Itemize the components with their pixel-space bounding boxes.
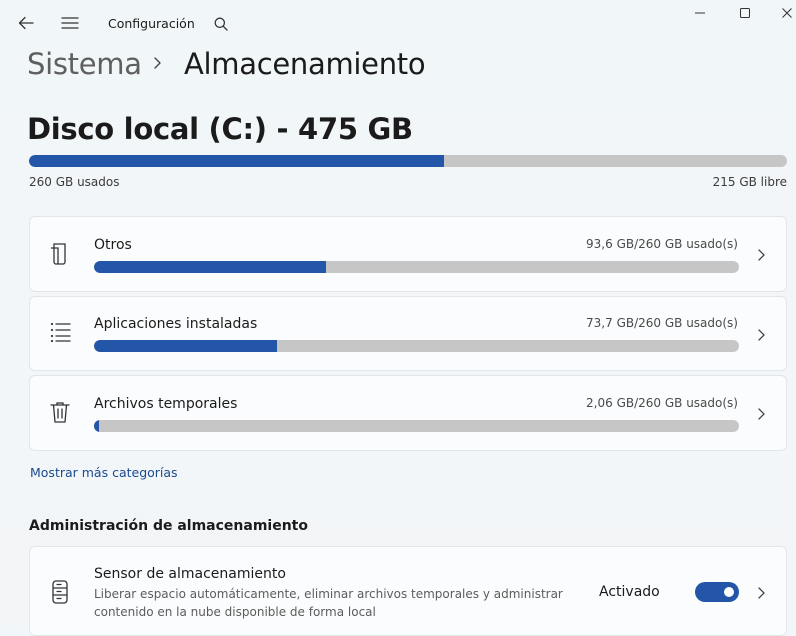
disk-usage-bar [29, 155, 787, 167]
hamburger-icon [61, 17, 79, 29]
document-icon [48, 241, 72, 271]
back-arrow-icon [18, 16, 34, 30]
drive-icon [48, 579, 72, 609]
category-card-otros[interactable]: Otros 93,6 GB/260 GB usado(s) [29, 216, 787, 292]
close-icon [782, 8, 792, 18]
category-usage-fill [94, 261, 327, 273]
category-label: Otros [94, 237, 132, 253]
category-card-temporales[interactable]: Archivos temporales 2,06 GB/260 GB usado… [29, 375, 787, 451]
chevron-right-icon [756, 247, 766, 266]
category-usage: 73,7 GB/260 GB usado(s) [586, 316, 738, 330]
minimize-button[interactable] [688, 2, 712, 24]
disk-title: Disco local (C:) - 475 GB [27, 112, 413, 146]
close-button[interactable] [776, 2, 796, 24]
disk-usage-fill [29, 155, 444, 167]
category-usage: 93,6 GB/260 GB usado(s) [586, 237, 738, 251]
search-button[interactable] [210, 13, 232, 35]
disk-free-label: 215 GB libre [712, 175, 787, 189]
chevron-right-icon [152, 55, 162, 74]
category-usage: 2,06 GB/260 GB usado(s) [586, 396, 738, 410]
menu-button[interactable] [58, 12, 82, 34]
show-more-categories-link[interactable]: Mostrar más categorías [30, 465, 178, 480]
search-icon [214, 17, 228, 31]
chevron-right-icon [756, 585, 766, 604]
list-icon [48, 321, 72, 347]
sensor-description: Liberar espacio automáticamente, elimina… [94, 587, 563, 619]
category-card-aplicaciones[interactable]: Aplicaciones instaladas 73,7 GB/260 GB u… [29, 296, 787, 371]
category-usage-bar [94, 420, 739, 432]
breadcrumb-parent-link[interactable]: Sistema [27, 47, 142, 81]
app-title: Configuración [108, 16, 195, 31]
page-title: Almacenamiento [184, 47, 426, 81]
category-label: Archivos temporales [94, 396, 238, 412]
category-usage-bar [94, 261, 739, 273]
storage-sense-card[interactable]: Sensor de almacenamiento Liberar espacio… [29, 546, 787, 636]
category-usage-fill [94, 340, 277, 352]
chevron-right-icon [756, 327, 766, 346]
section-heading: Administración de almacenamiento [29, 518, 308, 534]
maximize-button[interactable] [733, 2, 757, 24]
sensor-title: Sensor de almacenamiento [94, 566, 286, 582]
sensor-status: Activado [599, 584, 660, 600]
chevron-right-icon [756, 406, 766, 425]
category-usage-fill [94, 420, 100, 432]
back-button[interactable] [14, 12, 38, 34]
maximize-icon [740, 8, 750, 18]
trash-icon [48, 400, 72, 430]
storage-sense-toggle[interactable] [695, 582, 739, 602]
minimize-icon [695, 12, 705, 14]
disk-used-label: 260 GB usados [29, 175, 120, 189]
category-label: Aplicaciones instaladas [94, 316, 258, 332]
toggle-knob [724, 587, 734, 597]
category-usage-bar [94, 340, 739, 352]
